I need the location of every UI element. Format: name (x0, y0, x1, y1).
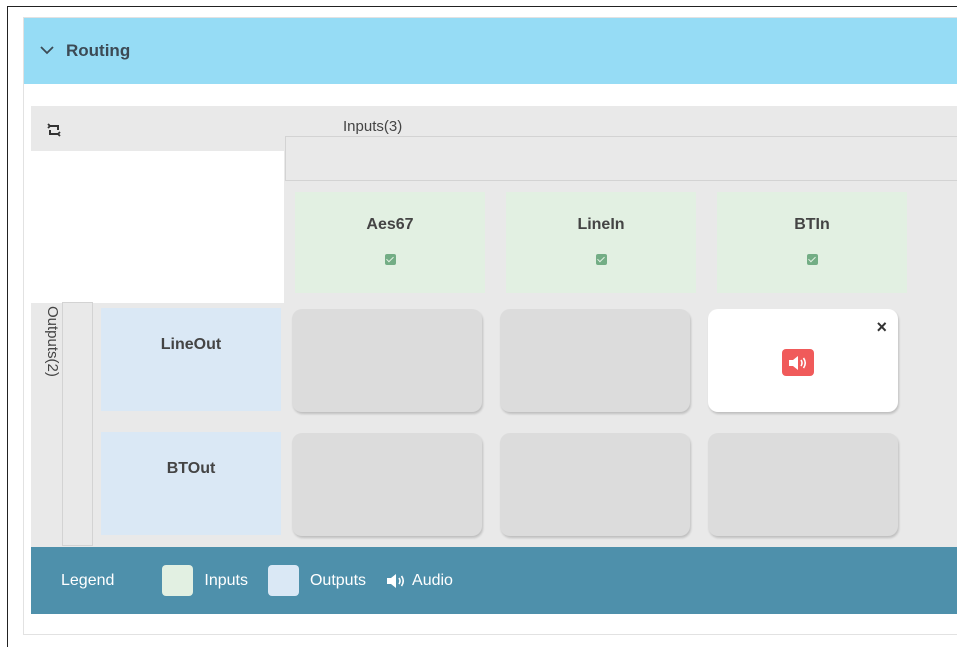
input-name: Aes67 (366, 216, 414, 233)
outputs-axis-bar (62, 302, 93, 546)
swap-icon (47, 123, 61, 137)
routing-section-header[interactable]: Routing (24, 18, 957, 84)
audio-route-badge (782, 349, 814, 376)
outputs-axis-label: Outputs(2) (44, 306, 61, 377)
routing-matrix: Inputs(3) Outputs(2) Aes67 LineIn BTIn L… (31, 106, 957, 547)
legend-item-outputs: Outputs (267, 565, 367, 596)
routing-title: Routing (66, 41, 131, 60)
input-card-aes67: Aes67 (295, 192, 485, 293)
route-cell-lineout-linein[interactable] (500, 309, 690, 412)
output-name: BTOut (166, 460, 216, 477)
chevron-down-icon (40, 45, 54, 54)
matrix-corner (31, 151, 284, 303)
input-card-linein: LineIn (506, 192, 696, 293)
legend-audio-label: Audio (412, 571, 453, 589)
swap-axes-button[interactable] (45, 119, 63, 141)
output-name: LineOut (160, 336, 222, 353)
inputs-swatch (162, 565, 194, 596)
input-name: BTIn (794, 216, 830, 233)
input-checkbox-aes67[interactable] (384, 254, 396, 265)
legend-outputs-label: Outputs (309, 571, 367, 589)
close-icon[interactable]: × (876, 318, 887, 336)
speaker-audio-icon (789, 355, 807, 370)
input-checkbox-btin[interactable] (806, 254, 818, 265)
outputs-swatch (267, 565, 299, 596)
route-cell-btout-aes67[interactable] (292, 433, 482, 536)
route-cell-lineout-aes67[interactable] (292, 309, 482, 412)
input-name: LineIn (577, 216, 625, 233)
legend-item-inputs: Inputs (162, 565, 248, 596)
route-cell-btout-linein[interactable] (500, 433, 690, 536)
route-cell-lineout-btin[interactable]: × (708, 309, 898, 412)
legend-item-audio: Audio (386, 572, 453, 590)
speaker-icon (386, 573, 406, 589)
route-cell-btout-btin[interactable] (708, 433, 898, 536)
legend-title: Legend (61, 571, 115, 589)
inputs-axis-bar (285, 136, 957, 181)
inputs-axis-label: Inputs(3) (343, 118, 403, 135)
legend-bar: Legend Inputs Outputs Audio (31, 547, 957, 614)
input-card-btin: BTIn (717, 192, 907, 293)
routing-panel: Routing Inputs(3) Outputs(2) Aes67 LineI… (23, 17, 957, 635)
legend-inputs-label: Inputs (204, 571, 248, 589)
input-checkbox-linein[interactable] (595, 254, 607, 265)
output-card-btout: BTOut (101, 432, 281, 535)
output-card-lineout: LineOut (101, 308, 281, 411)
